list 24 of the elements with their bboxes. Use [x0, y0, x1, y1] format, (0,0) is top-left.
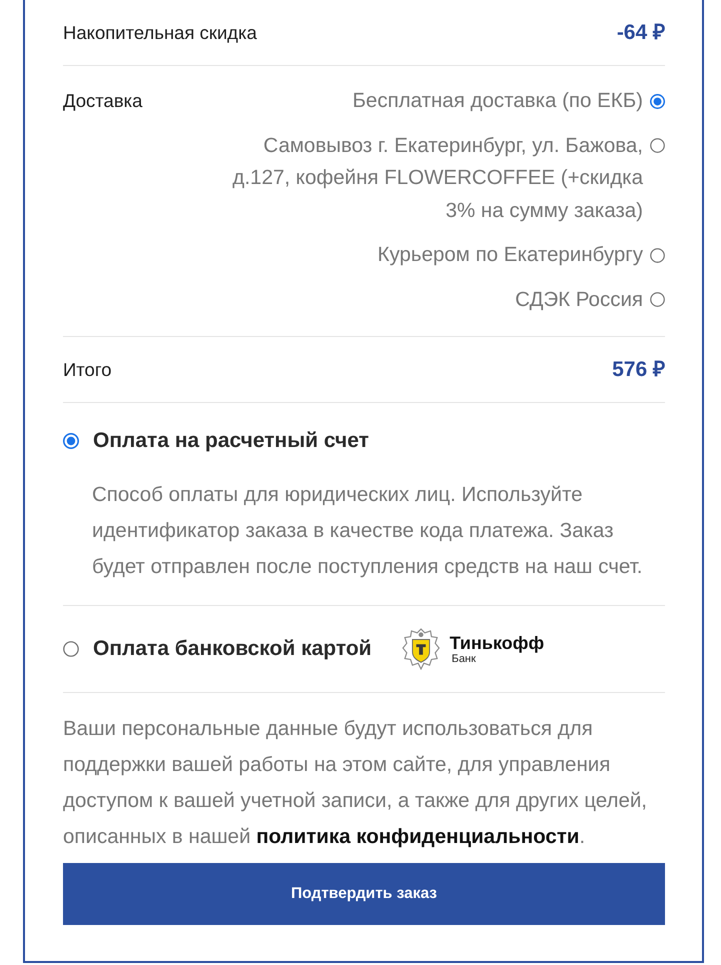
privacy-notice: Ваши персональные данные будут использоваться для поддержки вашей работы на этом сайте, для управления доступом к вашей учетной записи, а также для других целей, описанных в нашей политика конфиденциальности. [63, 716, 648, 850]
radio-button[interactable] [650, 94, 665, 108]
radio-button[interactable] [63, 641, 79, 657]
shield-emblem-icon [402, 628, 440, 670]
delivery-option-label[interactable]: СДЭК Россия [515, 284, 643, 316]
discount-amount: -64 ₽ [616, 20, 665, 44]
radio-button[interactable] [650, 138, 665, 153]
delivery-option-label[interactable]: Самовывоз г. Екатеринбург, ул. Бажова, д.127, кофейня FLOWERCOFFEE (+скидка 3% на сумму заказа) [223, 130, 643, 227]
privacy-policy-link[interactable]: политика конфиденциальности [256, 825, 580, 848]
logo-wordmark: Тинькофф [450, 632, 544, 652]
confirm-order-button[interactable]: Подтвердить заказ [63, 863, 665, 925]
delivery-label: Доставка [63, 89, 142, 113]
radio-button[interactable] [650, 248, 665, 262]
logo-subtitle: Банк [452, 652, 476, 666]
radio-button[interactable] [63, 433, 79, 449]
delivery-option-label[interactable]: Курьером по Екатеринбургу [378, 239, 643, 272]
discount-label: Накопительная скидка [63, 20, 257, 44]
radio-button[interactable] [650, 292, 665, 307]
delivery-option-label[interactable]: Бесплатная доставка (по ЕКБ) [352, 85, 643, 118]
payment-description: Способ оплаты для юридических лиц. Используйте идентификатор заказа в качестве кода платежа. Заказ будет отправлен после поступления средств на наш счет. [92, 482, 644, 580]
total-amount: 576 ₽ [612, 358, 665, 382]
total-label: Итого [63, 358, 112, 382]
payment-method-label[interactable]: Оплата на расчетный счет [93, 427, 369, 455]
payment-method-label[interactable]: Оплата банковской картой [93, 635, 372, 663]
